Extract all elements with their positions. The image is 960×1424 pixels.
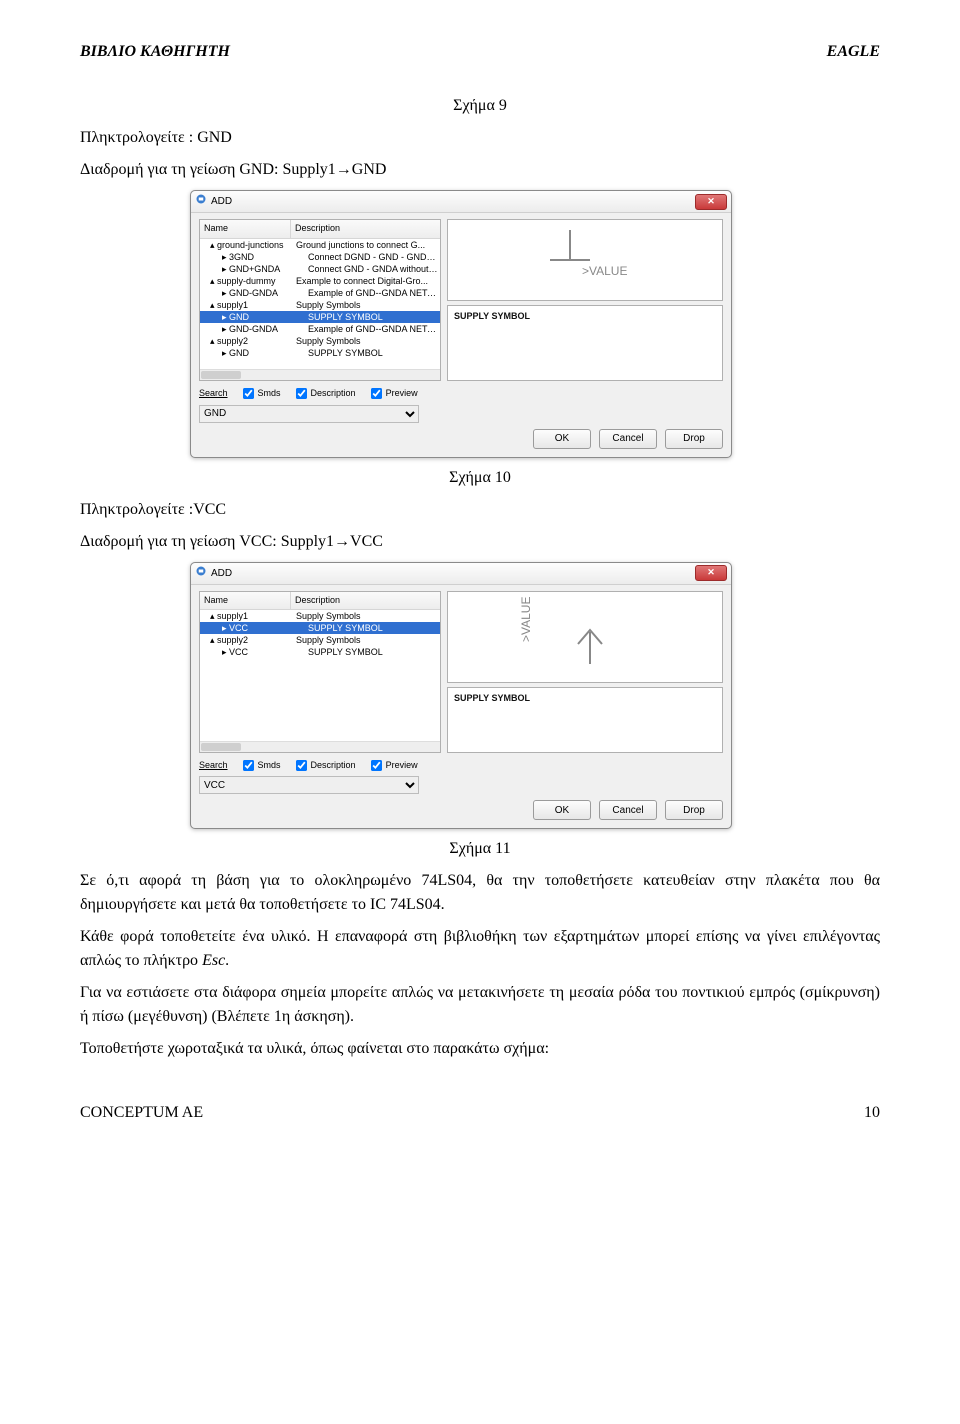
paragraph-2: Κάθε φορά τοποθετείτε ένα υλικό. Η επανα… <box>80 925 880 973</box>
close-icon: ✕ <box>707 566 715 580</box>
tree-row[interactable]: ▴ supply2Supply Symbols <box>200 335 440 347</box>
chk-preview[interactable]: Preview <box>370 759 418 773</box>
caption-11: Σχήμα 11 <box>80 837 880 861</box>
col-desc: Description <box>291 592 440 610</box>
chk-description[interactable]: Description <box>295 387 356 401</box>
horizontal-scrollbar[interactable] <box>200 369 440 380</box>
app-icon <box>195 565 207 582</box>
vcc-symbol-icon: >VALUE <box>520 592 650 682</box>
tree-row[interactable]: ▴ supply1Supply Symbols <box>200 299 440 311</box>
tree-pane[interactable]: Name Description ▴ ground-junctionsGroun… <box>199 219 441 381</box>
search-combo[interactable]: GND <box>199 405 419 423</box>
text-type-vcc: Πληκτρολογείτε :VCC <box>80 498 880 522</box>
dialog-title: ADD <box>195 565 232 582</box>
footer-left: CONCEPTUM AE <box>80 1101 203 1125</box>
text-path-vcc: Διαδρομή για τη γείωση VCC: Supply1→VCC <box>80 530 880 554</box>
footer-page-number: 10 <box>864 1101 880 1125</box>
col-name: Name <box>200 220 291 238</box>
header-left: ΒΙΒΛΙΟ ΚΑΘΗΓΗΤΗ <box>80 40 230 64</box>
dialog-title-text: ADD <box>211 194 232 209</box>
search-label: Search <box>199 387 228 401</box>
tree-row[interactable]: ▸ GNDSUPPLY SYMBOL <box>200 347 440 359</box>
preview-symbol: >VALUE <box>447 219 723 301</box>
page-header: ΒΙΒΛΙΟ ΚΑΘΗΓΗΤΗ EAGLE <box>80 40 880 64</box>
caption-9: Σχήμα 9 <box>80 94 880 118</box>
ok-button[interactable]: OK <box>533 429 591 449</box>
tree-row[interactable]: ▴ ground-junctionsGround junctions to co… <box>200 239 440 251</box>
add-dialog-vcc: ADD ✕ Name Description ▴ supply1Supply S… <box>190 562 732 830</box>
preview-label: SUPPLY SYMBOL <box>454 310 530 324</box>
tree-row[interactable]: ▸ VCCSUPPLY SYMBOL <box>200 646 440 658</box>
tree-row[interactable]: ▴ supply1Supply Symbols <box>200 610 440 622</box>
tree-header: Name Description <box>200 220 440 239</box>
paragraph-3: Για να εστιάσετε στα διάφορα σημεία μπορ… <box>80 981 880 1029</box>
ok-button[interactable]: OK <box>533 800 591 820</box>
page-footer: CONCEPTUM AE 10 <box>80 1101 880 1125</box>
preview-description: SUPPLY SYMBOL <box>447 305 723 381</box>
text-type-gnd: Πληκτρολογείτε : GND <box>80 126 880 150</box>
col-desc: Description <box>291 220 440 238</box>
dialog-title: ADD <box>195 193 232 210</box>
preview-value-text: >VALUE <box>582 264 627 278</box>
tree-header: Name Description <box>200 592 440 611</box>
close-icon: ✕ <box>707 195 715 209</box>
chk-smds[interactable]: Smds <box>242 759 281 773</box>
cancel-button[interactable]: Cancel <box>599 800 657 820</box>
preview-description: SUPPLY SYMBOL <box>447 687 723 753</box>
horizontal-scrollbar[interactable] <box>200 741 440 752</box>
preview-symbol: >VALUE <box>447 591 723 683</box>
tree-row[interactable]: ▴ supply-dummyExample to connect Digital… <box>200 275 440 287</box>
chk-smds[interactable]: Smds <box>242 387 281 401</box>
preview-label: SUPPLY SYMBOL <box>454 692 530 706</box>
tree-row[interactable]: ▸ GND-GNDAExample of GND--GNDA NET-C... <box>200 323 440 335</box>
close-button[interactable]: ✕ <box>695 194 727 210</box>
tree-pane[interactable]: Name Description ▴ supply1Supply Symbols… <box>199 591 441 753</box>
tree-row[interactable]: ▸ GND+GNDAConnect GND - GNDA without ... <box>200 263 440 275</box>
app-icon <box>195 193 207 210</box>
header-right: EAGLE <box>827 40 880 64</box>
col-name: Name <box>200 592 291 610</box>
drop-button[interactable]: Drop <box>665 429 723 449</box>
tree-row[interactable]: ▸ GNDSUPPLY SYMBOL <box>200 311 440 323</box>
titlebar: ADD ✕ <box>191 563 731 585</box>
search-label: Search <box>199 759 228 773</box>
paragraph-1: Σε ό,τι αφορά τη βάση για το ολοκληρωμέν… <box>80 869 880 917</box>
caption-10: Σχήμα 10 <box>80 466 880 490</box>
add-dialog-gnd: ADD ✕ Name Description ▴ ground-junction… <box>190 190 732 458</box>
titlebar: ADD ✕ <box>191 191 731 213</box>
cancel-button[interactable]: Cancel <box>599 429 657 449</box>
text-path-gnd: Διαδρομή για τη γείωση GND: Supply1→GND <box>80 158 880 182</box>
dialog-title-text: ADD <box>211 566 232 581</box>
search-combo[interactable]: VCC <box>199 776 419 794</box>
gnd-symbol-icon: >VALUE <box>530 220 640 300</box>
tree-row[interactable]: ▸ GND-GNDAExample of GND--GNDA NET-C... <box>200 287 440 299</box>
paragraph-4: Τοποθετήστε χωροταξικά τα υλικά, όπως φα… <box>80 1037 880 1061</box>
preview-value-text: >VALUE <box>520 596 533 641</box>
tree-row[interactable]: ▸ VCCSUPPLY SYMBOL <box>200 622 440 634</box>
tree-row[interactable]: ▸ 3GNDConnect DGND - GND - GNDA ... <box>200 251 440 263</box>
tree-row[interactable]: ▴ supply2Supply Symbols <box>200 634 440 646</box>
close-button[interactable]: ✕ <box>695 565 727 581</box>
chk-description[interactable]: Description <box>295 759 356 773</box>
drop-button[interactable]: Drop <box>665 800 723 820</box>
chk-preview[interactable]: Preview <box>370 387 418 401</box>
